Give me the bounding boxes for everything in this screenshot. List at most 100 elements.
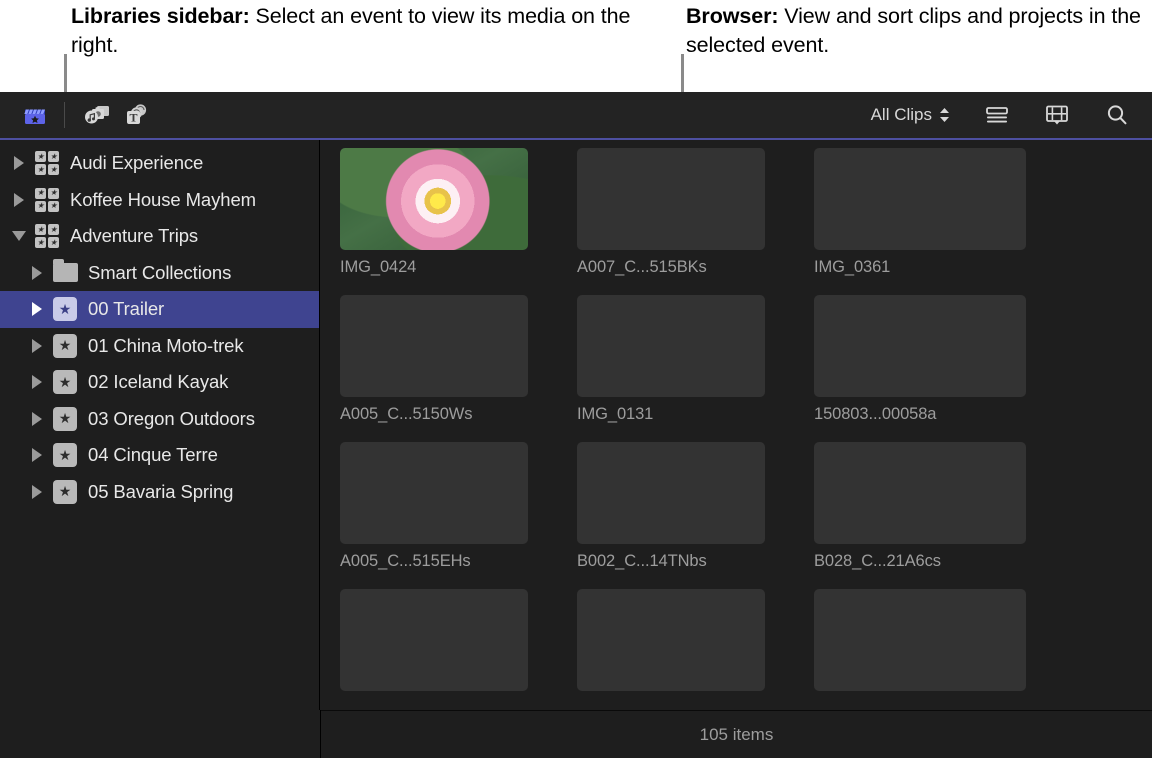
browser-status-bar: 105 items bbox=[321, 710, 1152, 758]
toolbar-right-group: All Clips bbox=[871, 98, 1152, 132]
callout-libraries-sidebar: Libraries sidebar: Select an event to vi… bbox=[71, 2, 631, 60]
disclosure-triangle-right-icon[interactable] bbox=[24, 448, 50, 462]
library-icon: ★★★★ bbox=[32, 151, 62, 175]
library-icon: ★★★★ bbox=[32, 188, 62, 212]
clip-name-label: IMG_0361 bbox=[814, 258, 1026, 277]
clip-item[interactable] bbox=[814, 589, 1026, 710]
sidebar-item-adventure-trips[interactable]: ★★★★ Adventure Trips bbox=[0, 218, 319, 255]
clip-item[interactable]: A005_C...5150Ws bbox=[340, 295, 552, 442]
disclosure-triangle-right-icon[interactable] bbox=[24, 485, 50, 499]
item-count-label: 105 items bbox=[700, 725, 774, 745]
clip-item[interactable]: IMG_0131 bbox=[577, 295, 789, 442]
folder-icon bbox=[50, 263, 80, 282]
disclosure-triangle-right-icon[interactable] bbox=[6, 156, 32, 170]
disclosure-triangle-right-icon[interactable] bbox=[6, 193, 32, 207]
sidebar-item-label: Koffee House Mayhem bbox=[70, 189, 256, 211]
main-split: ★★★★Audi Experience★★★★Koffee House Mayh… bbox=[0, 140, 1152, 710]
clip-name-label: IMG_0424 bbox=[340, 258, 552, 277]
list-view-button[interactable] bbox=[978, 98, 1016, 132]
sidebar-item-05-bavaria-spring[interactable]: ★ 05 Bavaria Spring bbox=[0, 474, 319, 511]
clip-name-label: B002_C...14TNbs bbox=[577, 552, 789, 571]
disclosure-triangle-down-icon[interactable] bbox=[6, 231, 32, 241]
chevron-up-down-icon bbox=[939, 107, 950, 123]
library-icon: ★★★★ bbox=[32, 224, 62, 248]
clip-name-label: A005_C...515EHs bbox=[340, 552, 552, 571]
sidebar-item-audi-experience[interactable]: ★★★★Audi Experience bbox=[0, 145, 319, 182]
disclosure-triangle-right-icon[interactable] bbox=[24, 302, 50, 316]
event-star-icon: ★ bbox=[50, 480, 80, 504]
clip-thumbnail[interactable] bbox=[814, 295, 1026, 397]
photos-and-audio-icon bbox=[83, 102, 113, 128]
callout-libraries-sidebar-title: Libraries sidebar: bbox=[71, 4, 250, 28]
clip-name-label: 150803...00058a bbox=[814, 405, 1026, 424]
bottom-bar: 105 items bbox=[0, 710, 1152, 758]
clip-item[interactable]: IMG_0424 bbox=[340, 148, 552, 295]
event-star-icon: ★ bbox=[50, 334, 80, 358]
libraries-sidebar-icon bbox=[22, 102, 48, 128]
event-star-icon: ★ bbox=[50, 370, 80, 394]
sidebar-item-03-oregon-outdoors[interactable]: ★03 Oregon Outdoors bbox=[0, 401, 319, 438]
sidebar-item-label: Adventure Trips bbox=[70, 225, 198, 247]
sidebar-item-label: 04 Cinque Terre bbox=[88, 444, 218, 466]
browser-pane[interactable]: IMG_0424 A007_C...515BKs IMG_0361 A005_C...… bbox=[320, 140, 1152, 710]
sidebar-item-01-china-moto-trek[interactable]: ★ 01 China Moto-trek bbox=[0, 328, 319, 365]
sidebar-item-label: 05 Bavaria Spring bbox=[88, 481, 233, 503]
titles-and-generators-button[interactable]: T bbox=[117, 98, 155, 132]
clip-filter-label: All Clips bbox=[871, 105, 932, 125]
libraries-sidebar-button[interactable] bbox=[16, 98, 54, 132]
clip-thumbnail[interactable] bbox=[340, 442, 528, 544]
list-view-icon bbox=[984, 104, 1010, 126]
leader-line-left bbox=[64, 54, 67, 92]
filmstrip-view-button[interactable] bbox=[1038, 98, 1076, 132]
clip-item[interactable]: IMG_0361 bbox=[814, 148, 1026, 295]
clip-item[interactable]: 150803...00058a bbox=[814, 295, 1026, 442]
clip-grid: IMG_0424 A007_C...515BKs IMG_0361 A005_C...… bbox=[320, 140, 1152, 710]
disclosure-triangle-right-icon[interactable] bbox=[24, 412, 50, 426]
clip-name-label: A005_C...5150Ws bbox=[340, 405, 552, 424]
event-star-icon: ★ bbox=[50, 407, 80, 431]
clip-item[interactable] bbox=[577, 589, 789, 710]
clip-thumbnail[interactable] bbox=[577, 589, 765, 691]
svg-text:T: T bbox=[129, 110, 137, 124]
clip-thumbnail[interactable] bbox=[577, 442, 765, 544]
callout-browser: Browser: View and sort clips and project… bbox=[686, 2, 1152, 60]
photos-and-audio-button[interactable] bbox=[79, 98, 117, 132]
sidebar-item-02-iceland-kayak[interactable]: ★ 02 Iceland Kayak bbox=[0, 364, 319, 401]
toolbar-left-group: T bbox=[0, 98, 155, 132]
clip-thumbnail[interactable] bbox=[577, 295, 765, 397]
disclosure-triangle-right-icon[interactable] bbox=[24, 339, 50, 353]
disclosure-triangle-right-icon[interactable] bbox=[24, 266, 50, 280]
clip-thumbnail[interactable] bbox=[340, 148, 528, 250]
clip-thumbnail[interactable] bbox=[814, 148, 1026, 250]
callout-browser-title: Browser: bbox=[686, 4, 778, 28]
clip-name-label: IMG_0131 bbox=[577, 405, 789, 424]
sidebar-item-label: 01 China Moto-trek bbox=[88, 335, 244, 357]
clip-item[interactable]: A005_C...515EHs bbox=[340, 442, 552, 589]
browser-toolbar: T All Clips bbox=[0, 92, 1152, 140]
clip-thumbnail[interactable] bbox=[340, 589, 528, 691]
annotation-band: Libraries sidebar: Select an event to vi… bbox=[0, 0, 1152, 92]
sidebar-item-smart-collections[interactable]: Smart Collections bbox=[0, 255, 319, 292]
clip-thumbnail[interactable] bbox=[814, 442, 1026, 544]
final-cut-pro-window: T All Clips bbox=[0, 92, 1152, 758]
leader-line-right bbox=[681, 54, 684, 92]
libraries-sidebar[interactable]: ★★★★Audi Experience★★★★Koffee House Mayh… bbox=[0, 140, 320, 710]
clip-item[interactable]: B002_C...14TNbs bbox=[577, 442, 789, 589]
sidebar-item-label: 02 Iceland Kayak bbox=[88, 371, 228, 393]
clip-filter-popup[interactable]: All Clips bbox=[871, 105, 950, 125]
clip-item[interactable] bbox=[340, 589, 552, 710]
search-icon bbox=[1104, 103, 1130, 127]
filmstrip-view-icon bbox=[1044, 103, 1070, 127]
disclosure-triangle-right-icon[interactable] bbox=[24, 375, 50, 389]
search-button[interactable] bbox=[1098, 98, 1136, 132]
sidebar-item-04-cinque-terre[interactable]: ★ 04 Cinque Terre bbox=[0, 437, 319, 474]
clip-thumbnail[interactable] bbox=[340, 295, 528, 397]
event-star-icon: ★ bbox=[50, 443, 80, 467]
sidebar-item-00-trailer[interactable]: ★00 Trailer bbox=[0, 291, 319, 328]
sidebar-item-koffee-house-mayhem[interactable]: ★★★★ Koffee House Mayhem bbox=[0, 182, 319, 219]
toolbar-divider bbox=[64, 102, 65, 128]
clip-item[interactable]: A007_C...515BKs bbox=[577, 148, 789, 295]
clip-thumbnail[interactable] bbox=[577, 148, 765, 250]
clip-item[interactable]: B028_C...21A6cs bbox=[814, 442, 1026, 589]
clip-thumbnail[interactable] bbox=[814, 589, 1026, 691]
